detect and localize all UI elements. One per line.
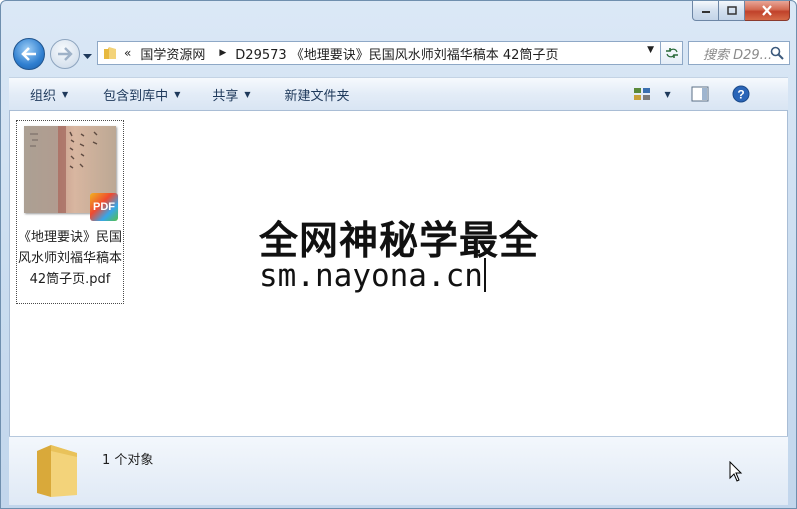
new-folder-label: 新建文件夹 (284, 88, 350, 104)
arrow-left-icon (21, 47, 36, 61)
search-box[interactable]: 搜索 D29... (688, 41, 790, 65)
share-label: 共享 (212, 88, 239, 104)
forward-button[interactable] (50, 39, 80, 69)
maximize-button[interactable] (719, 1, 745, 21)
mouse-pointer-icon (729, 461, 743, 482)
share-menu[interactable]: 共享 ▼ (212, 85, 250, 104)
help-icon: ? (732, 85, 750, 103)
file-name[interactable]: 《地理要诀》民国风水师刘福华稿本 42筒子页.pdf (17, 227, 123, 290)
caret-down-icon: ▼ (244, 89, 251, 99)
organize-label: 组织 (30, 88, 57, 104)
close-button[interactable] (745, 1, 790, 21)
folder-icon (37, 445, 77, 497)
watermark-url-row: sm.nayona.cn (259, 258, 486, 294)
close-icon (762, 5, 772, 16)
preview-pane-button[interactable] (691, 86, 709, 102)
refresh-button[interactable] (661, 41, 683, 65)
maximize-icon (726, 6, 737, 15)
refresh-icon (665, 48, 678, 58)
folder-icon (104, 47, 116, 59)
chevron-down-icon (83, 54, 92, 59)
help-button[interactable]: ? (732, 85, 750, 103)
caret-down-icon: ▼ (664, 89, 671, 99)
back-button[interactable] (13, 38, 45, 70)
breadcrumb-separator-icon[interactable]: ▶ (219, 48, 226, 58)
watermark-overlay: 全网神秘学最全 sm.nayona.cn (251, 204, 551, 302)
organize-menu[interactable]: 组织 ▼ (30, 85, 68, 104)
include-library-label: 包含到库中 (103, 88, 169, 104)
search-input[interactable]: 搜索 D29... (703, 44, 772, 63)
watermark-url: sm.nayona.cn (259, 258, 483, 294)
file-item[interactable]: PDF 《地理要诀》民国风水师刘福华稿本 42筒子页.pdf (16, 120, 124, 304)
search-icon[interactable] (770, 46, 784, 60)
minimize-button[interactable] (692, 1, 719, 21)
breadcrumb-item[interactable]: 国学资源网 (140, 44, 205, 63)
item-count: 1 个对象 (102, 453, 154, 468)
pdf-icon: PDF (90, 193, 118, 221)
address-bar[interactable]: « 国学资源网 ▶ D29573 《地理要诀》民国风水师刘福华稿本 42筒子页 … (97, 41, 661, 65)
file-list-view[interactable]: PDF 《地理要诀》民国风水师刘福华稿本 42筒子页.pdf 全网神秘学最全 s… (9, 111, 788, 436)
view-icon (633, 88, 650, 100)
new-folder-button[interactable]: 新建文件夹 (285, 85, 350, 104)
preview-pane-icon (691, 86, 709, 102)
explorer-window: « 国学资源网 ▶ D29573 《地理要诀》民国风水师刘福华稿本 42筒子页 … (0, 0, 797, 509)
details-pane: 1 个对象 (9, 436, 788, 505)
command-bar: 组织 ▼ 包含到库中 ▼ 共享 ▼ 新建文件夹 ▼ ? (9, 77, 788, 111)
caret-down-icon: ▼ (174, 89, 181, 99)
recent-pages-dropdown[interactable] (83, 49, 92, 64)
caption-buttons (692, 1, 790, 21)
breadcrumb-item[interactable]: D29573 《地理要诀》民国风水师刘福华稿本 42筒子页 (235, 44, 558, 63)
view-options-button[interactable]: ▼ (633, 87, 671, 101)
include-in-library-menu[interactable]: 包含到库中 ▼ (103, 85, 180, 104)
navigation-bar: « 国学资源网 ▶ D29573 《地理要诀》民国风水师刘福华稿本 42筒子页 … (9, 35, 790, 71)
caret-down-icon: ▼ (62, 89, 69, 99)
breadcrumb-overflow[interactable]: « (124, 46, 131, 60)
svg-text:?: ? (737, 88, 744, 102)
address-dropdown-icon[interactable]: ▼ (647, 45, 654, 55)
minimize-icon (701, 10, 710, 13)
arrow-right-icon (58, 47, 73, 61)
text-cursor (483, 258, 486, 292)
